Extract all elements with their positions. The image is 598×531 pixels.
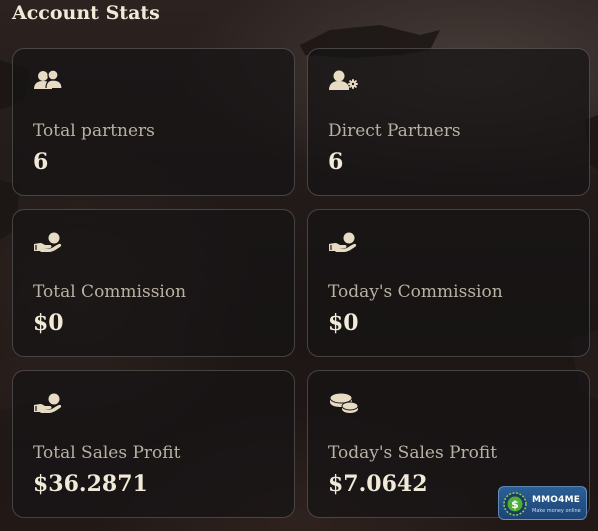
stat-card-total-sales-profit: Total Sales Profit $36.2871 [12, 370, 295, 518]
stat-label: Today's Sales Profit [328, 443, 498, 463]
stat-card-total-partners: Total partners 6 [12, 48, 295, 196]
stat-label: Total Sales Profit [33, 443, 181, 463]
stat-card-direct-partners: Direct Partners 6 [307, 48, 590, 196]
section-title: Account Stats [12, 2, 160, 24]
stat-value: $7.0642 [328, 471, 428, 497]
commission-hand-icon [33, 391, 65, 417]
mmo4me-watermark: $ MMO4ME Make money online [498, 486, 587, 520]
stat-card-total-commission: Total Commission $0 [12, 209, 295, 357]
direct-partner-icon [328, 69, 360, 95]
stat-label: Total partners [33, 121, 155, 141]
stat-card-todays-commission: Today's Commission $0 [307, 209, 590, 357]
stat-value: 6 [33, 149, 49, 175]
commission-hand-icon [328, 230, 360, 256]
coins-icon [328, 391, 360, 417]
stat-value: 6 [328, 149, 344, 175]
svg-text:$: $ [511, 498, 519, 511]
dollar-coin-icon: $ [503, 492, 527, 520]
commission-hand-icon [33, 230, 65, 256]
stat-value: $36.2871 [33, 471, 148, 497]
stat-label: Today's Commission [328, 282, 503, 302]
stat-value: $0 [328, 310, 359, 336]
stat-label: Total Commission [33, 282, 187, 302]
stat-value: $0 [33, 310, 64, 336]
stat-label: Direct Partners [328, 121, 461, 141]
watermark-tagline: Make money online [532, 508, 581, 514]
watermark-name: MMO4ME [532, 495, 581, 505]
partners-icon [33, 69, 65, 95]
